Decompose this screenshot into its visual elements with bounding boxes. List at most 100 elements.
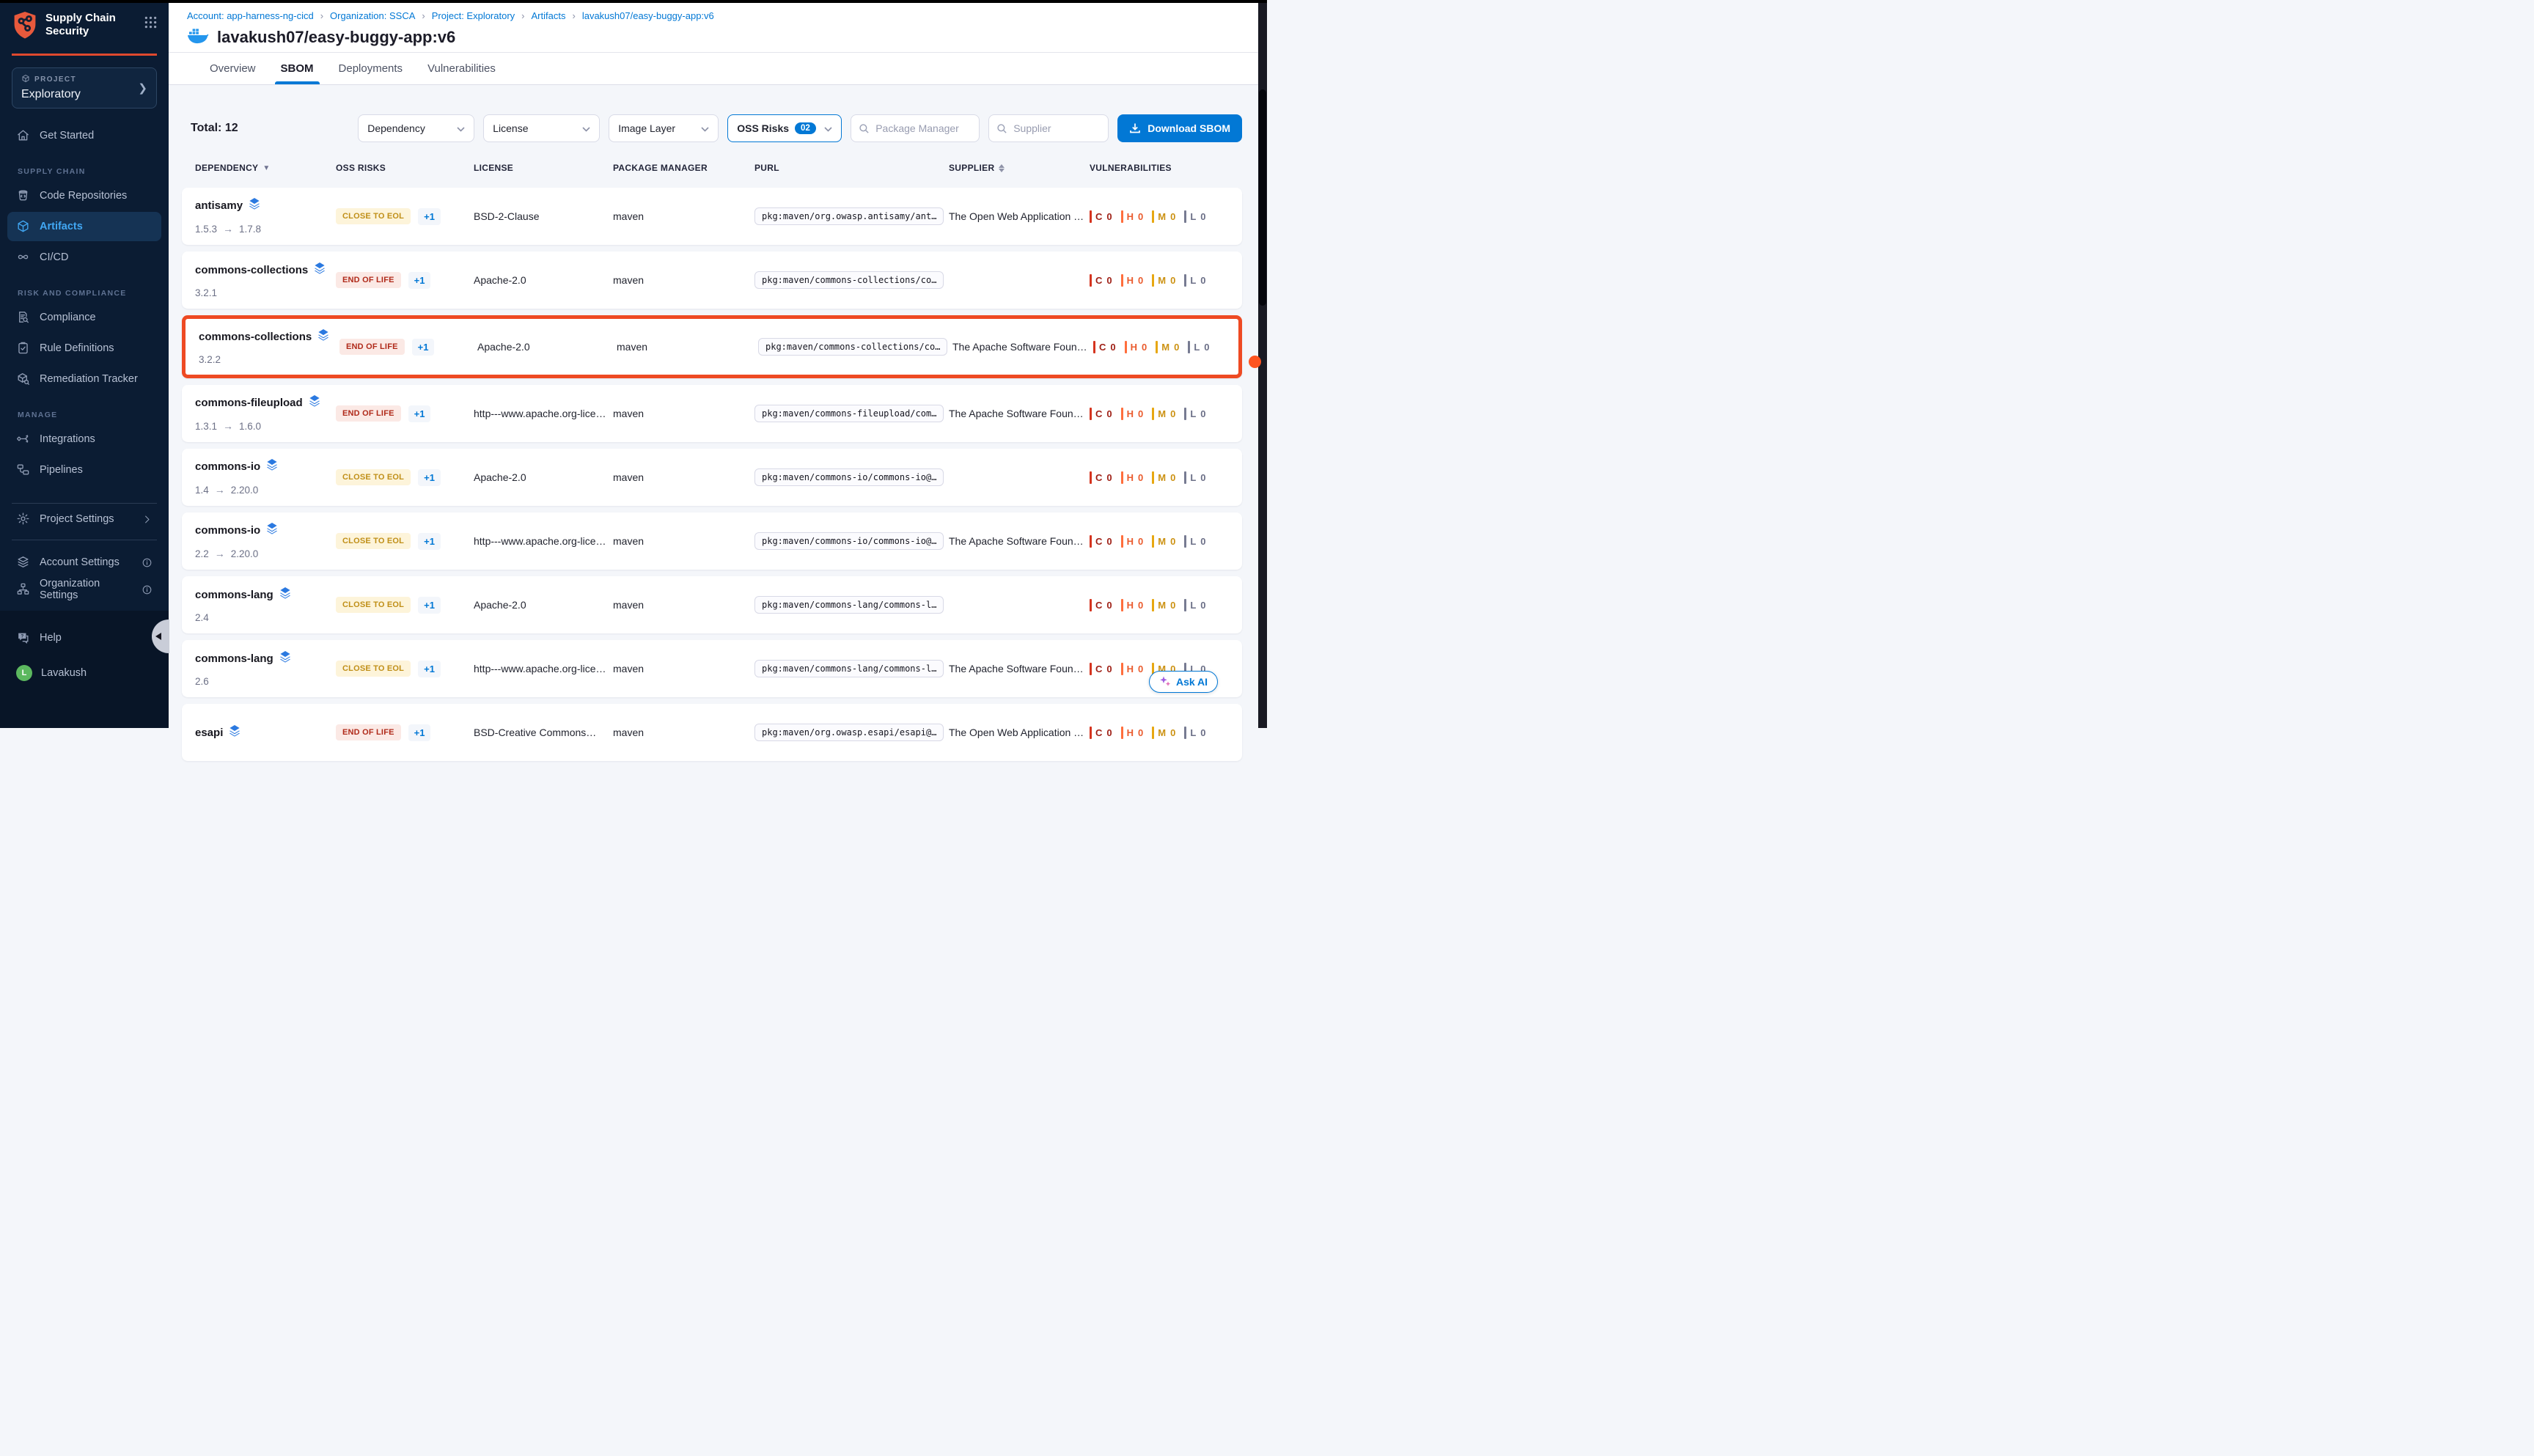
sidebar-item-pipelines[interactable]: Pipelines [7, 455, 161, 485]
table-row[interactable]: antisamy1.5.3→1.7.8CLOSE TO EOL+1BSD-2-C… [182, 188, 1242, 245]
purl-chip[interactable]: pkg:maven/commons-io/commons-io@… [754, 468, 944, 486]
breadcrumb-link[interactable]: Project: Exploratory [432, 10, 515, 21]
risk-badge: END OF LIFE [339, 339, 405, 355]
purl-cell: pkg:maven/commons-io/commons-io@… [754, 532, 949, 550]
breadcrumb-separator: › [521, 10, 524, 21]
column-label: PACKAGE MANAGER [613, 163, 708, 173]
table-row[interactable]: commons-collections3.2.2END OF LIFE+1Apa… [182, 315, 1242, 378]
sidebar-item-artifacts[interactable]: Artifacts [7, 212, 161, 241]
sidebar-item-label: Organization Settings [40, 578, 133, 601]
oss-risks-filter[interactable]: OSS Risks 02 [727, 114, 842, 142]
info-icon[interactable] [142, 584, 153, 595]
sidebar-item-label: Rule Definitions [40, 342, 114, 354]
image-layer-filter[interactable]: Image Layer [609, 114, 719, 142]
vuln-count-m: M0 [1156, 341, 1179, 353]
purl-chip[interactable]: pkg:maven/commons-collections/co… [754, 271, 944, 289]
risk-extra-badge: +1 [418, 208, 441, 225]
license-cell: Apache-2.0 [474, 471, 613, 483]
purl-chip[interactable]: pkg:maven/org.owasp.esapi/esapi@… [754, 724, 944, 741]
user-menu[interactable]: L Lavakush [7, 658, 161, 688]
tab-vulnerabilities[interactable]: Vulnerabilities [427, 53, 496, 84]
tab-sbom[interactable]: SBOM [281, 53, 314, 84]
license-cell: http---www.apache.org-lice… [474, 408, 613, 419]
sidebar-item-rule-definitions[interactable]: Rule Definitions [7, 334, 161, 363]
sidebar-item-integrations[interactable]: Integrations [7, 424, 161, 454]
purl-chip[interactable]: pkg:maven/org.owasp.antisamy/ant… [754, 207, 944, 225]
table-row[interactable]: commons-lang2.6CLOSE TO EOL+1http---www.… [182, 640, 1242, 697]
column-header-supplier[interactable]: SUPPLIER [949, 163, 1090, 173]
package-manager-cell: maven [613, 274, 754, 286]
clipboard-check-icon [16, 341, 31, 356]
purl-chip[interactable]: pkg:maven/commons-lang/commons-l… [754, 660, 944, 677]
purl-chip[interactable]: pkg:maven/commons-io/commons-io@… [754, 532, 944, 550]
table-row[interactable]: commons-collections3.2.1END OF LIFE+1Apa… [182, 251, 1242, 309]
tab-overview[interactable]: Overview [210, 53, 256, 84]
breadcrumb-link[interactable]: lavakush07/easy-buggy-app:v6 [582, 10, 714, 21]
breadcrumb-link[interactable]: Artifacts [532, 10, 566, 21]
scrollbar-thumb[interactable] [1259, 89, 1266, 306]
severity-bar [1184, 727, 1186, 739]
sbom-content: Total: 12 Dependency License Image Layer… [169, 85, 1258, 761]
purl-chip[interactable]: pkg:maven/commons-fileupload/com… [754, 405, 944, 422]
purl-chip[interactable]: pkg:maven/commons-collections/co… [758, 338, 947, 356]
project-selector[interactable]: PROJECT Exploratory ❯ [12, 67, 157, 109]
sidebar-item-project-settings[interactable]: Project Settings [7, 506, 161, 532]
sidebar-item-help[interactable]: ? Help [7, 623, 161, 652]
severity-bar [1090, 274, 1092, 287]
total-count: Total: 12 [191, 122, 238, 135]
license-cell: Apache-2.0 [474, 599, 613, 611]
grid-dots-icon[interactable] [144, 10, 157, 32]
table-row[interactable]: commons-io2.2→2.20.0CLOSE TO EOL+1http--… [182, 512, 1242, 570]
dependency-versions: 2.2→2.20.0 [195, 548, 336, 559]
supplier-input[interactable] [1013, 122, 1101, 134]
chevron-down-icon [824, 122, 832, 134]
dependency-name: antisamy [195, 199, 243, 212]
sidebar-item-label: CI/CD [40, 251, 68, 263]
table-row[interactable]: esapiEND OF LIFE+1BSD-Creative Commons…m… [182, 704, 1242, 761]
oss-risks-label: OSS Risks [737, 122, 789, 134]
sidebar-item-get-started[interactable]: Get Started [7, 121, 161, 150]
infinity-icon [16, 250, 31, 265]
sort-desc-icon: ▼ [262, 164, 270, 172]
package-manager-search[interactable] [851, 114, 980, 142]
breadcrumb-link[interactable]: Organization: SSCA [330, 10, 415, 21]
sidebar-item-ci-cd[interactable]: CI/CD [7, 243, 161, 272]
vuln-count-c: C0 [1093, 341, 1116, 353]
vuln-count-h: H0 [1121, 599, 1144, 611]
supplier-cell: The Apache Software Foun… [949, 663, 1090, 674]
severity-bar [1184, 274, 1186, 287]
severity-bar [1121, 408, 1123, 420]
sidebar-item-label: Remediation Tracker [40, 373, 138, 385]
info-icon[interactable] [142, 557, 153, 568]
table-header: DEPENDENCY▼OSS RISKSLICENSEPACKAGE MANAG… [182, 163, 1242, 173]
purl-cell: pkg:maven/commons-collections/co… [758, 338, 952, 356]
dependency-versions: 1.4→2.20.0 [195, 484, 336, 496]
tab-deployments[interactable]: Deployments [339, 53, 403, 84]
vuln-count-h: H0 [1121, 210, 1144, 223]
dependency-name: commons-lang [195, 589, 273, 601]
table-row[interactable]: commons-lang2.4CLOSE TO EOL+1Apache-2.0m… [182, 576, 1242, 633]
dependency-cell: commons-lang2.6 [195, 651, 336, 687]
ask-ai-button[interactable]: Ask AI [1149, 671, 1218, 693]
breadcrumb-link[interactable]: Account: app-harness-ng-cicd [187, 10, 314, 21]
dependency-filter[interactable]: Dependency [358, 114, 474, 142]
license-filter[interactable]: License [483, 114, 600, 142]
table-row[interactable]: commons-io1.4→2.20.0CLOSE TO EOL+1Apache… [182, 449, 1242, 506]
download-sbom-button[interactable]: Download SBOM [1117, 114, 1242, 142]
column-header-dependency[interactable]: DEPENDENCY▼ [195, 163, 336, 173]
version-current: 2.4 [195, 612, 209, 623]
sidebar-item-organization-settings[interactable]: Organization Settings [7, 576, 161, 603]
purl-chip[interactable]: pkg:maven/commons-lang/commons-l… [754, 596, 944, 614]
sidebar-item-account-settings[interactable]: Account Settings [7, 549, 161, 576]
supplier-search[interactable] [988, 114, 1109, 142]
table-row[interactable]: commons-fileupload1.3.1→1.6.0END OF LIFE… [182, 385, 1242, 442]
sidebar-item-remediation-tracker[interactable]: Remediation Tracker [7, 364, 161, 394]
sidebar-item-code-repositories[interactable]: Code Repositories [7, 181, 161, 210]
dependency-cell: commons-io1.4→2.20.0 [195, 459, 336, 496]
severity-bar [1090, 408, 1092, 420]
vuln-count-m: M0 [1152, 727, 1175, 739]
sidebar-nav: Get Started SUPPLY CHAIN Code Repositori… [0, 109, 169, 611]
risk-badge: CLOSE TO EOL [336, 661, 411, 677]
sidebar-item-compliance[interactable]: Compliance [7, 303, 161, 332]
package-manager-input[interactable] [875, 122, 972, 134]
